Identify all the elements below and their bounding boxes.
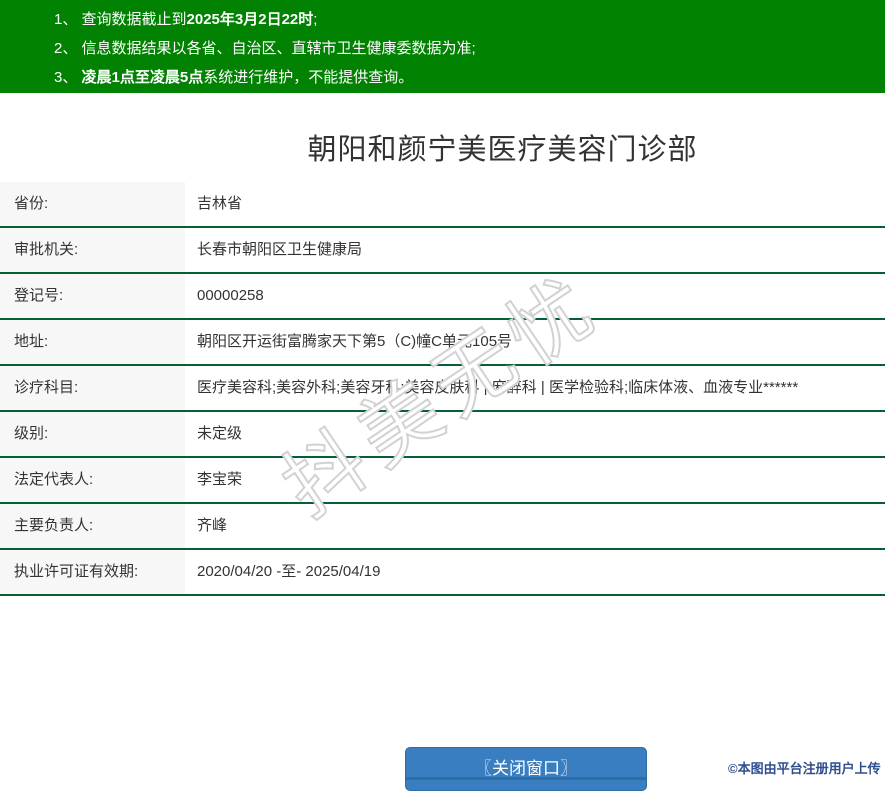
page-title: 朝阳和颜宁美医疗美容门诊部 xyxy=(307,134,698,166)
close-window-button[interactable]: 〖关闭窗口〗 xyxy=(405,747,647,791)
notice-line-1-suffix: ; xyxy=(313,11,318,28)
row-value: 齐峰 xyxy=(197,517,228,534)
table-row-diagnosis-subjects: 诊疗科目: 医疗美容科;美容外科;美容牙科;美容皮肤科 | 麻醉科 | 医学检验… xyxy=(0,366,885,412)
table-row-level: 级别: 未定级 xyxy=(0,412,885,458)
notice-line-2: 2、 信息数据结果以各省、自治区、直辖市卫生健康委数据为准; xyxy=(54,34,875,63)
row-label: 地址: xyxy=(0,320,185,364)
row-value: 医疗美容科;美容外科;美容牙科;美容皮肤科 | 麻醉科 | 医学检验科;临床体液… xyxy=(197,379,799,396)
row-value: 朝阳区开运街富腾家天下第5（C)幢C单元105号 xyxy=(197,333,513,350)
row-value: 00000258 xyxy=(197,287,264,304)
row-label: 诊疗科目: xyxy=(0,366,185,410)
table-row-principal: 主要负责人: 齐峰 xyxy=(0,504,885,550)
row-label: 执业许可证有效期: xyxy=(0,550,185,594)
row-value: 李宝荣 xyxy=(197,471,243,488)
row-value: 长春市朝阳区卫生健康局 xyxy=(197,241,363,258)
notice-line-3-suffix: 系统进行维护，不能提供查询。 xyxy=(203,69,414,86)
notice-line-1: 1、 查询数据截止到2025年3月2日22时; xyxy=(54,5,875,34)
row-value: 2020/04/20 -至- 2025/04/19 xyxy=(197,563,381,580)
table-row-legal-representative: 法定代表人: 李宝荣 xyxy=(0,458,885,504)
row-value: 未定级 xyxy=(197,425,243,442)
notice-line-3-bold: 凌晨1点至凌晨5点 xyxy=(81,69,204,86)
row-label: 法定代表人: xyxy=(0,458,185,502)
table-row-registration-number: 登记号: 00000258 xyxy=(0,274,885,320)
notice-line-1-prefix: 1、 查询数据截止到 xyxy=(54,11,187,28)
row-label: 登记号: xyxy=(0,274,185,318)
row-label: 级别: xyxy=(0,412,185,456)
row-value: 吉林省 xyxy=(197,195,243,212)
notice-line-1-bold: 2025年3月2日22时 xyxy=(186,11,314,28)
notice-line-3-prefix: 3、 xyxy=(54,69,82,86)
table-row-province: 省份: 吉林省 xyxy=(0,182,885,228)
upload-credit-watermark: ©本图由平台注册用户上传 xyxy=(728,761,881,776)
table-row-approval-authority: 审批机关: 长春市朝阳区卫生健康局 xyxy=(0,228,885,274)
table-row-address: 地址: 朝阳区开运街富腾家天下第5（C)幢C单元105号 xyxy=(0,320,885,366)
details-table: 省份: 吉林省 审批机关: 长春市朝阳区卫生健康局 登记号: 00000258 … xyxy=(0,182,885,596)
row-label: 省份: xyxy=(0,182,185,226)
notice-line-2-prefix: 2、 信息数据结果以各省、自治区、直辖市卫生健康委数据为准; xyxy=(54,40,476,57)
notice-banner: 1、 查询数据截止到2025年3月2日22时; 2、 信息数据结果以各省、自治区… xyxy=(0,0,885,93)
row-label: 主要负责人: xyxy=(0,504,185,548)
row-label: 审批机关: xyxy=(0,228,185,272)
notice-line-3: 3、 凌晨1点至凌晨5点系统进行维护，不能提供查询。 xyxy=(54,63,875,92)
table-row-license-validity: 执业许可证有效期: 2020/04/20 -至- 2025/04/19 xyxy=(0,550,885,596)
